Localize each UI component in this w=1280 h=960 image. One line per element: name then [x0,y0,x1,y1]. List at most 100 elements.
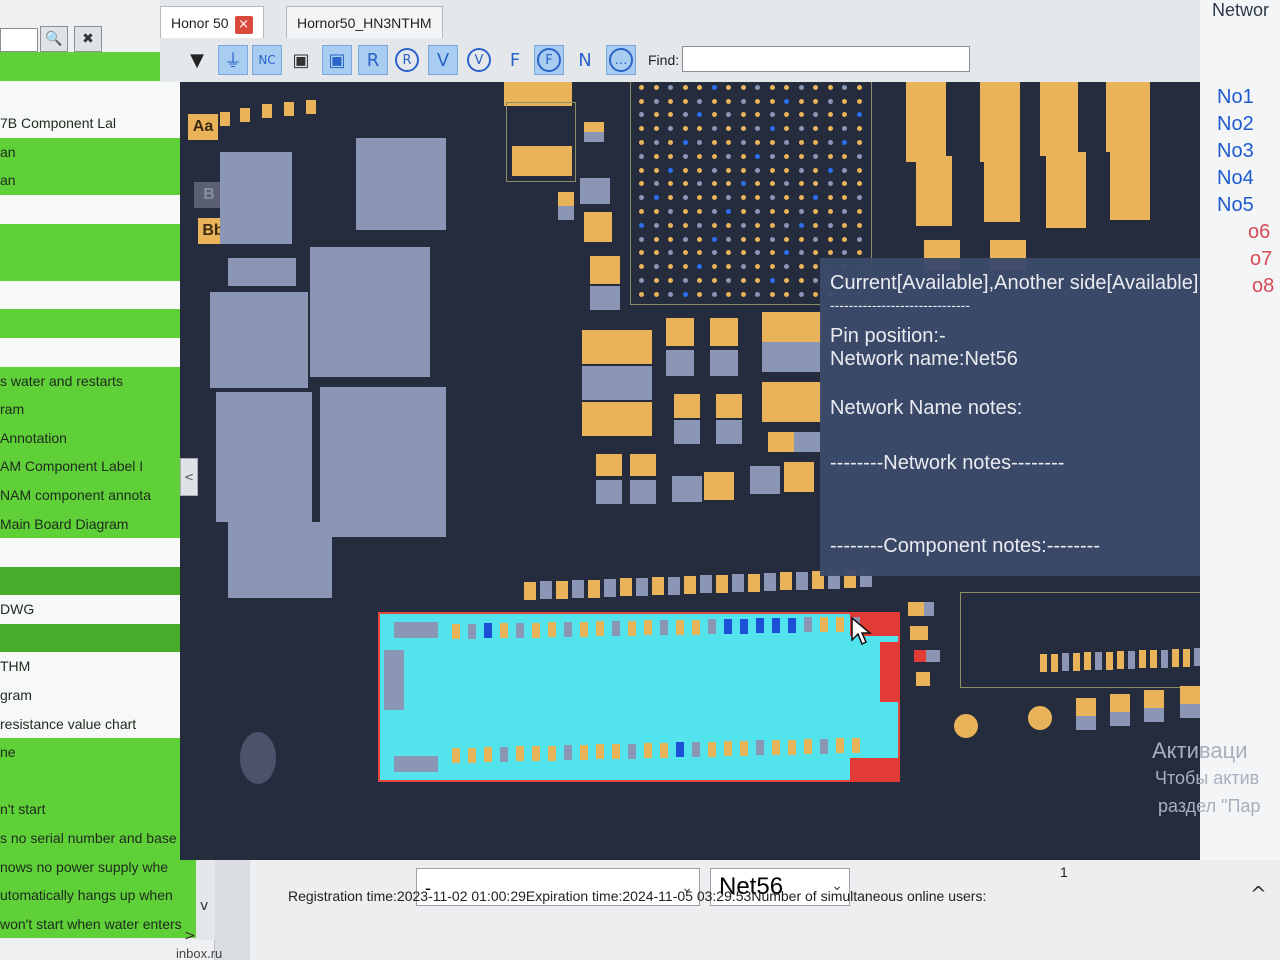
connector-pin[interactable] [644,743,652,759]
canvas-scroll-left-button[interactable]: < [180,458,198,496]
connector-pin[interactable] [612,744,620,759]
connector-pin[interactable] [836,616,844,632]
component-list-item[interactable] [0,623,196,653]
connector-pin[interactable] [804,739,812,755]
connector-pin[interactable] [548,745,556,761]
network-item[interactable]: No3 [1217,140,1254,163]
connector-pin[interactable] [788,739,796,755]
component-list-item[interactable]: an [0,166,196,195]
connector-pin[interactable] [660,742,668,758]
voltage-circle-button[interactable]: V [464,45,494,75]
find-input[interactable] [682,46,970,72]
component-list-item[interactable] [0,223,196,253]
connector-pin[interactable] [484,623,492,639]
component-list-item[interactable]: n't start [0,795,196,825]
fuse-filter-button[interactable]: F [500,45,530,75]
component-list-item[interactable] [0,194,196,224]
tab-honor-50[interactable]: Honor 50 × [160,6,264,38]
connector-pin[interactable] [772,740,780,755]
net-filter-button[interactable]: N [570,45,600,75]
component-list-item[interactable]: s no serial number and base [0,824,196,853]
connector-pin[interactable] [804,617,812,633]
connector-pin[interactable] [596,744,604,760]
connector-pin[interactable] [596,621,604,637]
clear-search-button[interactable]: ✖ [74,26,102,52]
component-list-item[interactable] [0,337,196,367]
connector-pin[interactable] [580,621,588,637]
resistor-circle-button[interactable]: R [392,45,422,75]
component-list-item[interactable]: AM Component Label I [0,452,196,481]
network-item[interactable]: No5 [1217,194,1254,217]
component-list-item[interactable]: ne [0,738,196,767]
connector-pin[interactable] [564,745,572,761]
chip-button[interactable]: ▣ [286,45,316,75]
component-list-item[interactable]: Main Board Diagram [0,509,196,539]
connector-pin[interactable] [756,618,764,634]
connector-pin[interactable] [772,618,780,633]
component-list-item[interactable]: gram [0,681,196,710]
connector-pin[interactable] [516,746,524,762]
layer-dropdown-button[interactable]: ▼ [182,45,212,75]
connector-pin[interactable] [644,620,652,636]
component-list[interactable]: 7B Component Lal an an s water and restarts… [0,52,196,952]
connector-pin[interactable] [724,618,732,634]
connector-pin[interactable] [468,747,476,763]
connector-pin[interactable] [468,623,476,639]
connector-pin[interactable] [756,740,764,756]
component-list-item[interactable] [0,80,196,110]
component-list-item[interactable]: resistance value chart [0,709,196,739]
connector-pin[interactable] [692,742,700,757]
component-list-item[interactable] [0,766,196,796]
connector-pin[interactable] [820,738,828,754]
component-list-item[interactable]: 7B Component Lal [0,109,196,138]
component-list-item[interactable]: ram [0,395,196,424]
resistor-filter-button[interactable]: R [358,45,388,75]
side-a-toggle[interactable]: Aa [188,114,218,140]
connector-pin[interactable] [484,747,492,763]
network-item[interactable]: o8 [1252,275,1274,298]
connector-pin[interactable] [532,746,540,761]
component-list-item[interactable]: s water and restarts [0,366,196,396]
component-list-item[interactable] [0,538,196,567]
connector-pin[interactable] [628,743,636,759]
connector-pin[interactable] [676,742,684,758]
network-item[interactable]: No2 [1217,113,1254,136]
component-list-item[interactable]: NAM component annota [0,480,196,510]
component-list-item[interactable]: DWG [0,595,196,624]
search-button[interactable]: 🔍 [40,26,68,52]
component-list-item[interactable]: THM [0,652,196,682]
connector-pin[interactable] [500,746,508,762]
network-item[interactable]: o7 [1250,248,1272,271]
connector-pin[interactable] [564,621,572,637]
chip-selected-button[interactable]: ▣ [322,45,352,75]
component-list-item[interactable]: nows no power supply whe [0,852,196,882]
selected-pin[interactable] [850,758,900,782]
connector-pin[interactable] [708,741,716,757]
connector-pin[interactable] [740,618,748,634]
component-list-item[interactable] [0,309,196,338]
connector-pin[interactable] [628,620,636,636]
nc-filter-button[interactable]: NC [252,45,282,75]
selected-pin[interactable] [880,642,900,702]
connector-pin[interactable] [452,624,460,639]
tab-hornor50-hn3nthm[interactable]: Hornor50_HN3NTHM [286,6,443,38]
component-list-item[interactable] [0,252,196,281]
voltage-filter-button[interactable]: V [428,45,458,75]
component-list-item[interactable]: Annotation [0,423,196,453]
inbox-link[interactable]: inbox.ru [176,946,222,960]
connector-pin[interactable] [676,619,684,635]
connector-pin[interactable] [708,619,716,635]
connector-pin[interactable] [852,738,860,753]
scroll-right-icon[interactable]: > [184,928,196,944]
connector-pin[interactable] [532,622,540,638]
connector-pin[interactable] [820,617,828,633]
network-item[interactable]: o6 [1248,221,1270,244]
component-list-item[interactable] [0,566,196,596]
scroll-down-icon[interactable]: v [200,898,208,914]
connector-pin[interactable] [500,623,508,639]
list-search-input[interactable] [0,28,38,52]
ground-filter-button[interactable]: ⏚ [218,45,248,75]
component-list-item[interactable]: utomatically hangs up when [0,881,196,910]
component-list-item[interactable]: won't start when water enters [0,909,196,939]
comment-button[interactable]: … [606,45,636,75]
